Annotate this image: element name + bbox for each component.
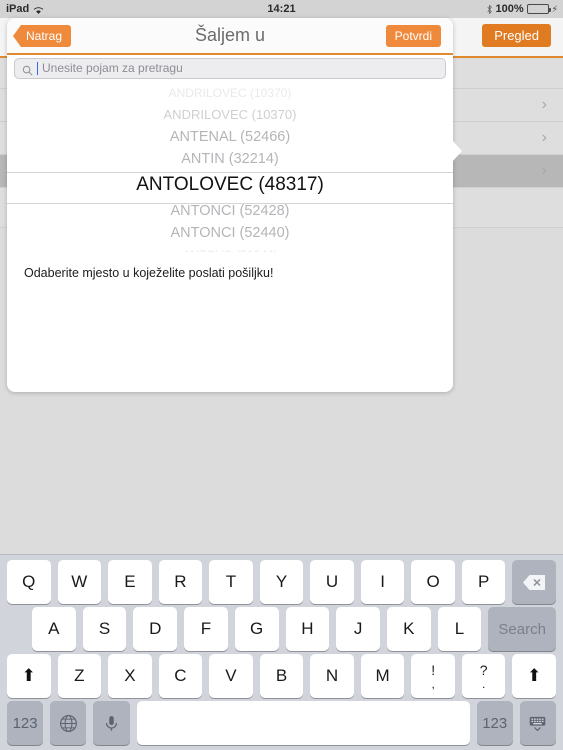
key-x[interactable]: X [108,654,152,698]
picker-selection-top-line [7,172,453,173]
status-bar-time: 14:21 [267,3,296,15]
key-t[interactable]: T [209,560,253,604]
battery-percent: 100% [495,3,524,15]
confirm-button[interactable]: Potvrdi [385,25,441,47]
key-g[interactable]: G [234,607,279,651]
key-r[interactable]: R [158,560,203,604]
search-bar-container: Unesite pojam za pretragu [7,57,453,81]
key-exclamation-comma[interactable]: ! , [411,654,455,698]
shift-up-arrow-icon[interactable]: ⬆ [7,654,51,698]
shift-up-arrow-icon-right[interactable]: ⬆ [512,654,557,698]
key-u[interactable]: U [310,560,354,604]
instruction-text: Odaberite mjesto u koježelite poslati po… [24,266,274,280]
status-bar: iPad 14:21 100% ⚡ [0,0,563,18]
picker-item[interactable]: ANTOVO (51244) [7,244,453,252]
key-question-period[interactable]: ? . [461,654,506,698]
picker-item[interactable]: ANDRILOVEC (10370) [7,82,453,104]
key-question-label: ? [479,661,488,678]
picker-item[interactable]: ANDRILOVEC (10370) [7,104,453,126]
picker-item[interactable]: ANTONCI (52428) [7,200,453,222]
picker-item[interactable]: ANTENAL (52466) [7,126,453,148]
key-j[interactable]: J [336,607,380,651]
backspace-icon[interactable] [512,560,557,604]
key-q[interactable]: Q [7,560,51,604]
onscreen-keyboard: Q W E R T Y U I O P A S D F G H J K L Se… [0,554,563,750]
key-period-label: . [482,676,486,691]
key-d[interactable]: D [133,607,178,651]
picker-item-selected[interactable]: ANTOLOVEC (48317) [7,170,453,200]
key-a[interactable]: A [32,607,76,651]
key-o[interactable]: O [411,560,455,604]
popover-navbar: Šaljem u Natrag Potvrdi [7,18,453,55]
status-bar-right: 100% ⚡ [486,3,558,15]
key-n[interactable]: N [310,654,354,698]
lightning-bolt-icon: ⚡ [551,3,558,14]
key-m[interactable]: M [360,654,405,698]
key-h[interactable]: H [285,607,330,651]
key-z[interactable]: Z [57,654,102,698]
key-i[interactable]: I [360,560,405,604]
keyboard-row-4: 123 123 [0,701,563,745]
chevron-right-icon: › [541,96,547,113]
key-w[interactable]: W [57,560,102,604]
bluetooth-icon [486,4,493,15]
search-placeholder: Unesite pojam za pretragu [42,61,183,75]
location-picker-wheel[interactable]: ANDRILOVEC (10370) ANDRILOVEC (10370) AN… [7,82,453,252]
chevron-right-icon: › [541,162,547,179]
back-button[interactable]: Natrag [12,25,72,47]
popover-arrow [452,140,462,162]
key-e[interactable]: E [108,560,152,604]
key-y[interactable]: Y [259,560,304,604]
key-exclamation-label: ! [431,661,436,678]
location-picker-popover: Šaljem u Natrag Potvrdi Unesite pojam za… [7,18,462,392]
text-caret [37,62,38,75]
key-l[interactable]: L [437,607,482,651]
battery-full-icon [526,4,551,14]
search-key[interactable]: Search [488,607,557,651]
key-k[interactable]: K [386,607,431,651]
globe-icon[interactable] [50,701,87,745]
key-s[interactable]: S [82,607,127,651]
chevron-right-icon: › [541,129,547,146]
space-key[interactable] [136,701,470,745]
numeric-key-right[interactable]: 123 [476,701,513,745]
keyboard-row-1: Q W E R T Y U I O P [0,560,563,604]
key-c[interactable]: C [158,654,203,698]
key-comma-label: , [431,676,435,691]
picker-item[interactable]: ANTONCI (52440) [7,222,453,244]
hide-keyboard-icon[interactable] [519,701,557,745]
keyboard-row-2: A S D F G H J K L Search [0,607,563,651]
search-input[interactable]: Unesite pojam za pretragu [14,58,446,79]
key-b[interactable]: B [259,654,304,698]
search-icon [22,63,33,76]
microphone-icon[interactable] [93,701,130,745]
key-f[interactable]: F [184,607,228,651]
key-p[interactable]: P [461,560,506,604]
key-v[interactable]: V [209,654,253,698]
review-button[interactable]: Pregled [482,24,551,47]
keyboard-row-3: ⬆ Z X C V B N M ! , ? . ⬆ [0,654,563,698]
picker-item[interactable]: ANTIN (32214) [7,148,453,170]
numeric-key-left[interactable]: 123 [7,701,44,745]
